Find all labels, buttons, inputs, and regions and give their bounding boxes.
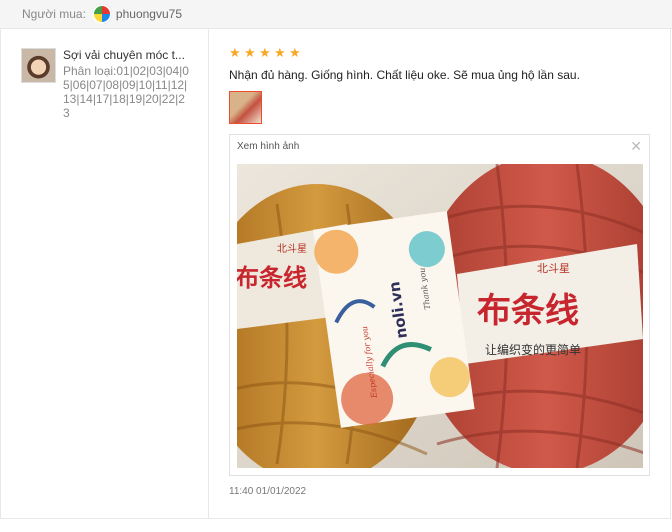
- yarn-label-left-brand: 北斗星: [277, 243, 307, 255]
- yarn-label-right-sub: 让编织变的更简单: [485, 342, 581, 357]
- star-icon: ★: [289, 45, 301, 60]
- buyer-label: Người mua:: [22, 7, 86, 21]
- review-comment: Nhận đủ hàng. Giống hình. Chất liệu oke.…: [229, 68, 580, 82]
- buyer-name[interactable]: phuongvu75: [116, 7, 182, 21]
- buyer-avatar[interactable]: [91, 4, 112, 24]
- product-title[interactable]: Sợi vải chuyên móc t...: [63, 48, 188, 62]
- product-column: Sợi vải chuyên móc t... Phân loại:01|02|…: [0, 29, 209, 519]
- product-variant: Phân loại:01|02|03|04|05|06|07|08|09|10|…: [63, 64, 189, 120]
- star-icon: ★: [274, 45, 286, 60]
- star-icon: ★: [229, 45, 241, 60]
- product-thumbnail[interactable]: [21, 48, 56, 83]
- review-image-thumbnail[interactable]: [229, 91, 262, 124]
- yarn-photo: 北斗星 布条线 北斗星 布条线 让编织变的更简单 noli.vn Especia…: [237, 164, 643, 468]
- review-timestamp: 11:40 01/01/2022: [229, 486, 307, 497]
- star-icon: ★: [244, 45, 256, 60]
- review-photo[interactable]: 北斗星 布条线 北斗星 布条线 让编织变的更简单 noli.vn Especia…: [237, 164, 643, 468]
- yarn-label-right-main: 布条线: [477, 291, 579, 331]
- yarn-label-left-main: 布条线: [237, 263, 307, 292]
- viewer-title: Xem hình ảnh: [237, 141, 300, 152]
- yarn-label-right-brand: 北斗星: [537, 262, 570, 275]
- image-viewer: Xem hình ảnh ✕ 北斗星 布条线 北斗星 布条线 让编织变的更简单 …: [229, 134, 650, 476]
- close-icon[interactable]: ✕: [630, 139, 642, 153]
- star-icon: ★: [259, 45, 271, 60]
- rating-stars: ★ ★ ★ ★ ★: [229, 45, 301, 60]
- buyer-bar: Người mua: phuongvu75: [0, 0, 672, 29]
